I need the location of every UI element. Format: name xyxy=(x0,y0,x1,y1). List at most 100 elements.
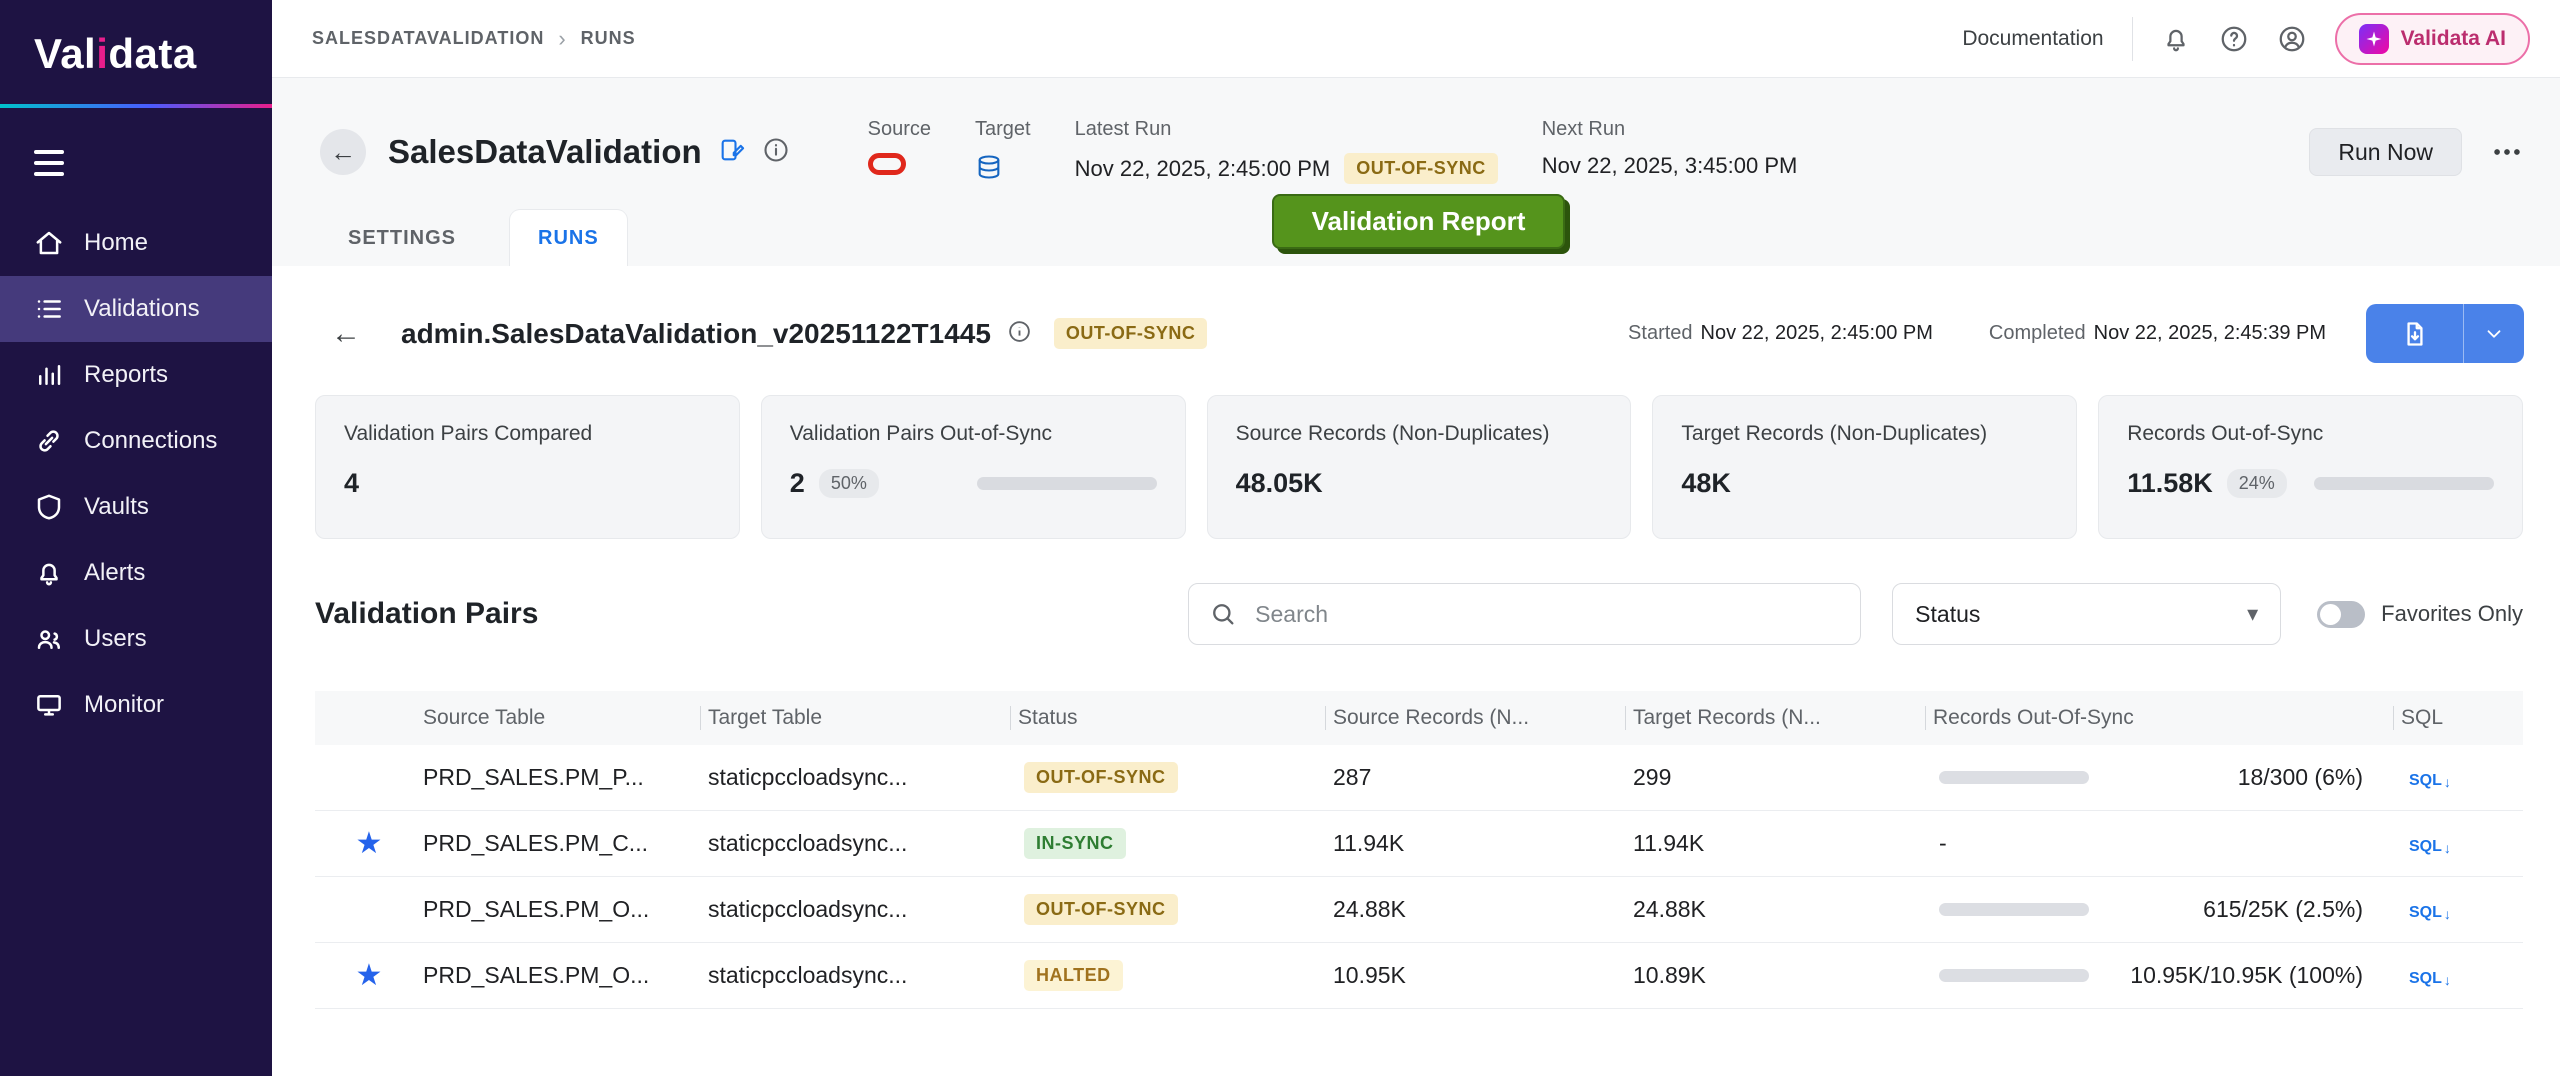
target-table-cell: staticpccloadsync... xyxy=(700,896,1010,923)
target-records-cell: 24.88K xyxy=(1625,896,1925,923)
stat-card-pairs-compared: Validation Pairs Compared 4 xyxy=(315,395,740,539)
sidebar-item-label: Alerts xyxy=(84,559,145,587)
next-run-value: Nov 22, 2025, 3:45:00 PM xyxy=(1542,153,1798,179)
latest-run-value: Nov 22, 2025, 2:45:00 PM xyxy=(1075,156,1331,182)
reports-icon xyxy=(34,360,64,390)
table-row[interactable]: ★ PRD_SALES.PM_P... staticpccloadsync...… xyxy=(315,745,2523,811)
status-badge: IN-SYNC xyxy=(1024,828,1126,859)
documentation-link[interactable]: Documentation xyxy=(1962,27,2103,51)
source-table-cell: PRD_SALES.PM_P... xyxy=(415,764,700,791)
breadcrumb-parent[interactable]: SALESDATAVALIDATION xyxy=(312,28,544,49)
source-records-cell: 24.88K xyxy=(1325,896,1625,923)
source-records-cell: 287 xyxy=(1325,764,1625,791)
pairs-toolbar: Validation Pairs Status ▾ Favorites Only xyxy=(272,539,2560,645)
run-times: StartedNov 22, 2025, 2:45:00 PM Complete… xyxy=(1628,322,2326,345)
sql-download-link[interactable]: SQL↓ xyxy=(2409,904,2451,922)
column-sql: SQL xyxy=(2393,706,2523,730)
status-badge: OUT-OF-SYNC xyxy=(1024,762,1178,793)
validations-icon xyxy=(34,294,64,324)
alerts-icon xyxy=(34,558,64,588)
topbar: SALESDATAVALIDATION › RUNS Documentation xyxy=(272,0,2560,78)
brand-gradient-divider xyxy=(0,104,272,108)
sparkle-icon xyxy=(2359,24,2389,54)
favorites-only-toggle[interactable] xyxy=(2317,601,2365,628)
notifications-bell-icon[interactable] xyxy=(2161,24,2191,54)
home-icon xyxy=(34,228,64,258)
run-now-button[interactable]: Run Now xyxy=(2309,128,2462,176)
tab-bar: SETTINGS RUNS xyxy=(320,210,627,266)
validation-report-button[interactable]: Validation Report xyxy=(1272,194,1565,249)
column-source-table: Source Table xyxy=(415,706,700,730)
sidebar-item-label: Reports xyxy=(84,361,168,389)
sidebar-item-reports[interactable]: Reports xyxy=(0,342,272,408)
sidebar-item-users[interactable]: Users xyxy=(0,606,272,672)
info-icon[interactable] xyxy=(762,136,790,169)
run-back-button[interactable]: ← xyxy=(331,317,361,351)
stat-percent-pill: 50% xyxy=(819,469,879,498)
tab-runs[interactable]: RUNS xyxy=(510,210,627,266)
status-filter-select[interactable]: Status ▾ xyxy=(1892,583,2281,645)
app-root: Validata Home Validations Reports Connec… xyxy=(0,0,2560,1076)
sidebar-item-vaults[interactable]: Vaults xyxy=(0,474,272,540)
run-detail-header: ← admin.SalesDataValidation_v20251122T14… xyxy=(272,266,2560,363)
connections-icon xyxy=(34,426,64,456)
search-input[interactable] xyxy=(1255,601,1840,628)
stat-card-target-records: Target Records (Non-Duplicates) 48K xyxy=(1652,395,2077,539)
oos-progressbar xyxy=(1939,969,2089,982)
source-table-cell: PRD_SALES.PM_C... xyxy=(415,830,700,857)
help-icon[interactable] xyxy=(2219,24,2249,54)
target-records-cell: 10.89K xyxy=(1625,962,1925,989)
validata-ai-button[interactable]: Validata AI xyxy=(2335,13,2530,65)
source-records-cell: 11.94K xyxy=(1325,830,1625,857)
more-options-icon[interactable] xyxy=(2490,135,2524,169)
stat-progressbar xyxy=(977,477,1157,490)
back-button[interactable]: ← xyxy=(320,129,366,175)
content: ← admin.SalesDataValidation_v20251122T14… xyxy=(272,266,2560,1076)
pairs-heading: Validation Pairs xyxy=(315,597,538,631)
favorite-star-icon[interactable]: ★ xyxy=(356,829,383,859)
favorite-star-icon[interactable]: ★ xyxy=(356,961,383,991)
sidebar-item-validations[interactable]: Validations xyxy=(0,276,272,342)
next-run-meta: Next Run Nov 22, 2025, 3:45:00 PM xyxy=(1542,118,1798,179)
target-records-cell: 11.94K xyxy=(1625,830,1925,857)
records-out-of-sync-cell: - xyxy=(1925,830,2393,857)
breadcrumb: SALESDATAVALIDATION › RUNS xyxy=(312,26,636,52)
target-meta: Target xyxy=(975,118,1031,186)
sidebar-item-monitor[interactable]: Monitor xyxy=(0,672,272,738)
source-meta: Source xyxy=(868,118,931,175)
account-icon[interactable] xyxy=(2277,24,2307,54)
stats-row: Validation Pairs Compared 4 Validation P… xyxy=(272,363,2560,539)
export-report-button[interactable] xyxy=(2366,304,2464,363)
tab-settings[interactable]: SETTINGS xyxy=(320,210,484,266)
header-actions: Run Now xyxy=(2309,128,2524,176)
edit-validation-icon[interactable] xyxy=(718,136,746,169)
sidebar-item-connections[interactable]: Connections xyxy=(0,408,272,474)
source-table-cell: PRD_SALES.PM_O... xyxy=(415,962,700,989)
oos-progressbar xyxy=(1939,771,2089,784)
table-row[interactable]: ★ PRD_SALES.PM_O... staticpccloadsync...… xyxy=(315,943,2523,1009)
column-status: Status xyxy=(1010,706,1325,730)
topbar-divider xyxy=(2132,17,2133,61)
export-options-button[interactable] xyxy=(2464,304,2524,363)
table-row[interactable]: ★ PRD_SALES.PM_O... staticpccloadsync...… xyxy=(315,877,2523,943)
source-label: Source xyxy=(868,118,931,141)
stat-value: 2 xyxy=(790,468,805,499)
sidebar-item-label: Vaults xyxy=(84,493,149,521)
sidebar-item-alerts[interactable]: Alerts xyxy=(0,540,272,606)
sidebar-item-label: Monitor xyxy=(84,691,164,719)
run-meta: Source Target Latest Run Nov 22, 2025, 2… xyxy=(868,118,1798,186)
sql-download-link[interactable]: SQL↓ xyxy=(2409,838,2451,856)
run-started: StartedNov 22, 2025, 2:45:00 PM xyxy=(1628,322,1933,345)
sql-download-link[interactable]: SQL↓ xyxy=(2409,772,2451,790)
sql-download-link[interactable]: SQL↓ xyxy=(2409,970,2451,988)
sidebar-item-home[interactable]: Home xyxy=(0,210,272,276)
target-table-cell: staticpccloadsync... xyxy=(700,962,1010,989)
stat-percent-pill: 24% xyxy=(2227,469,2287,498)
sidebar-item-label: Validations xyxy=(84,295,200,323)
source-records-cell: 10.95K xyxy=(1325,962,1625,989)
run-info-icon[interactable] xyxy=(1007,319,1032,349)
table-row[interactable]: ★ PRD_SALES.PM_C... staticpccloadsync...… xyxy=(315,811,2523,877)
column-target-table: Target Table xyxy=(700,706,1010,730)
menu-toggle-icon[interactable] xyxy=(34,150,64,176)
stat-value: 4 xyxy=(344,468,359,499)
